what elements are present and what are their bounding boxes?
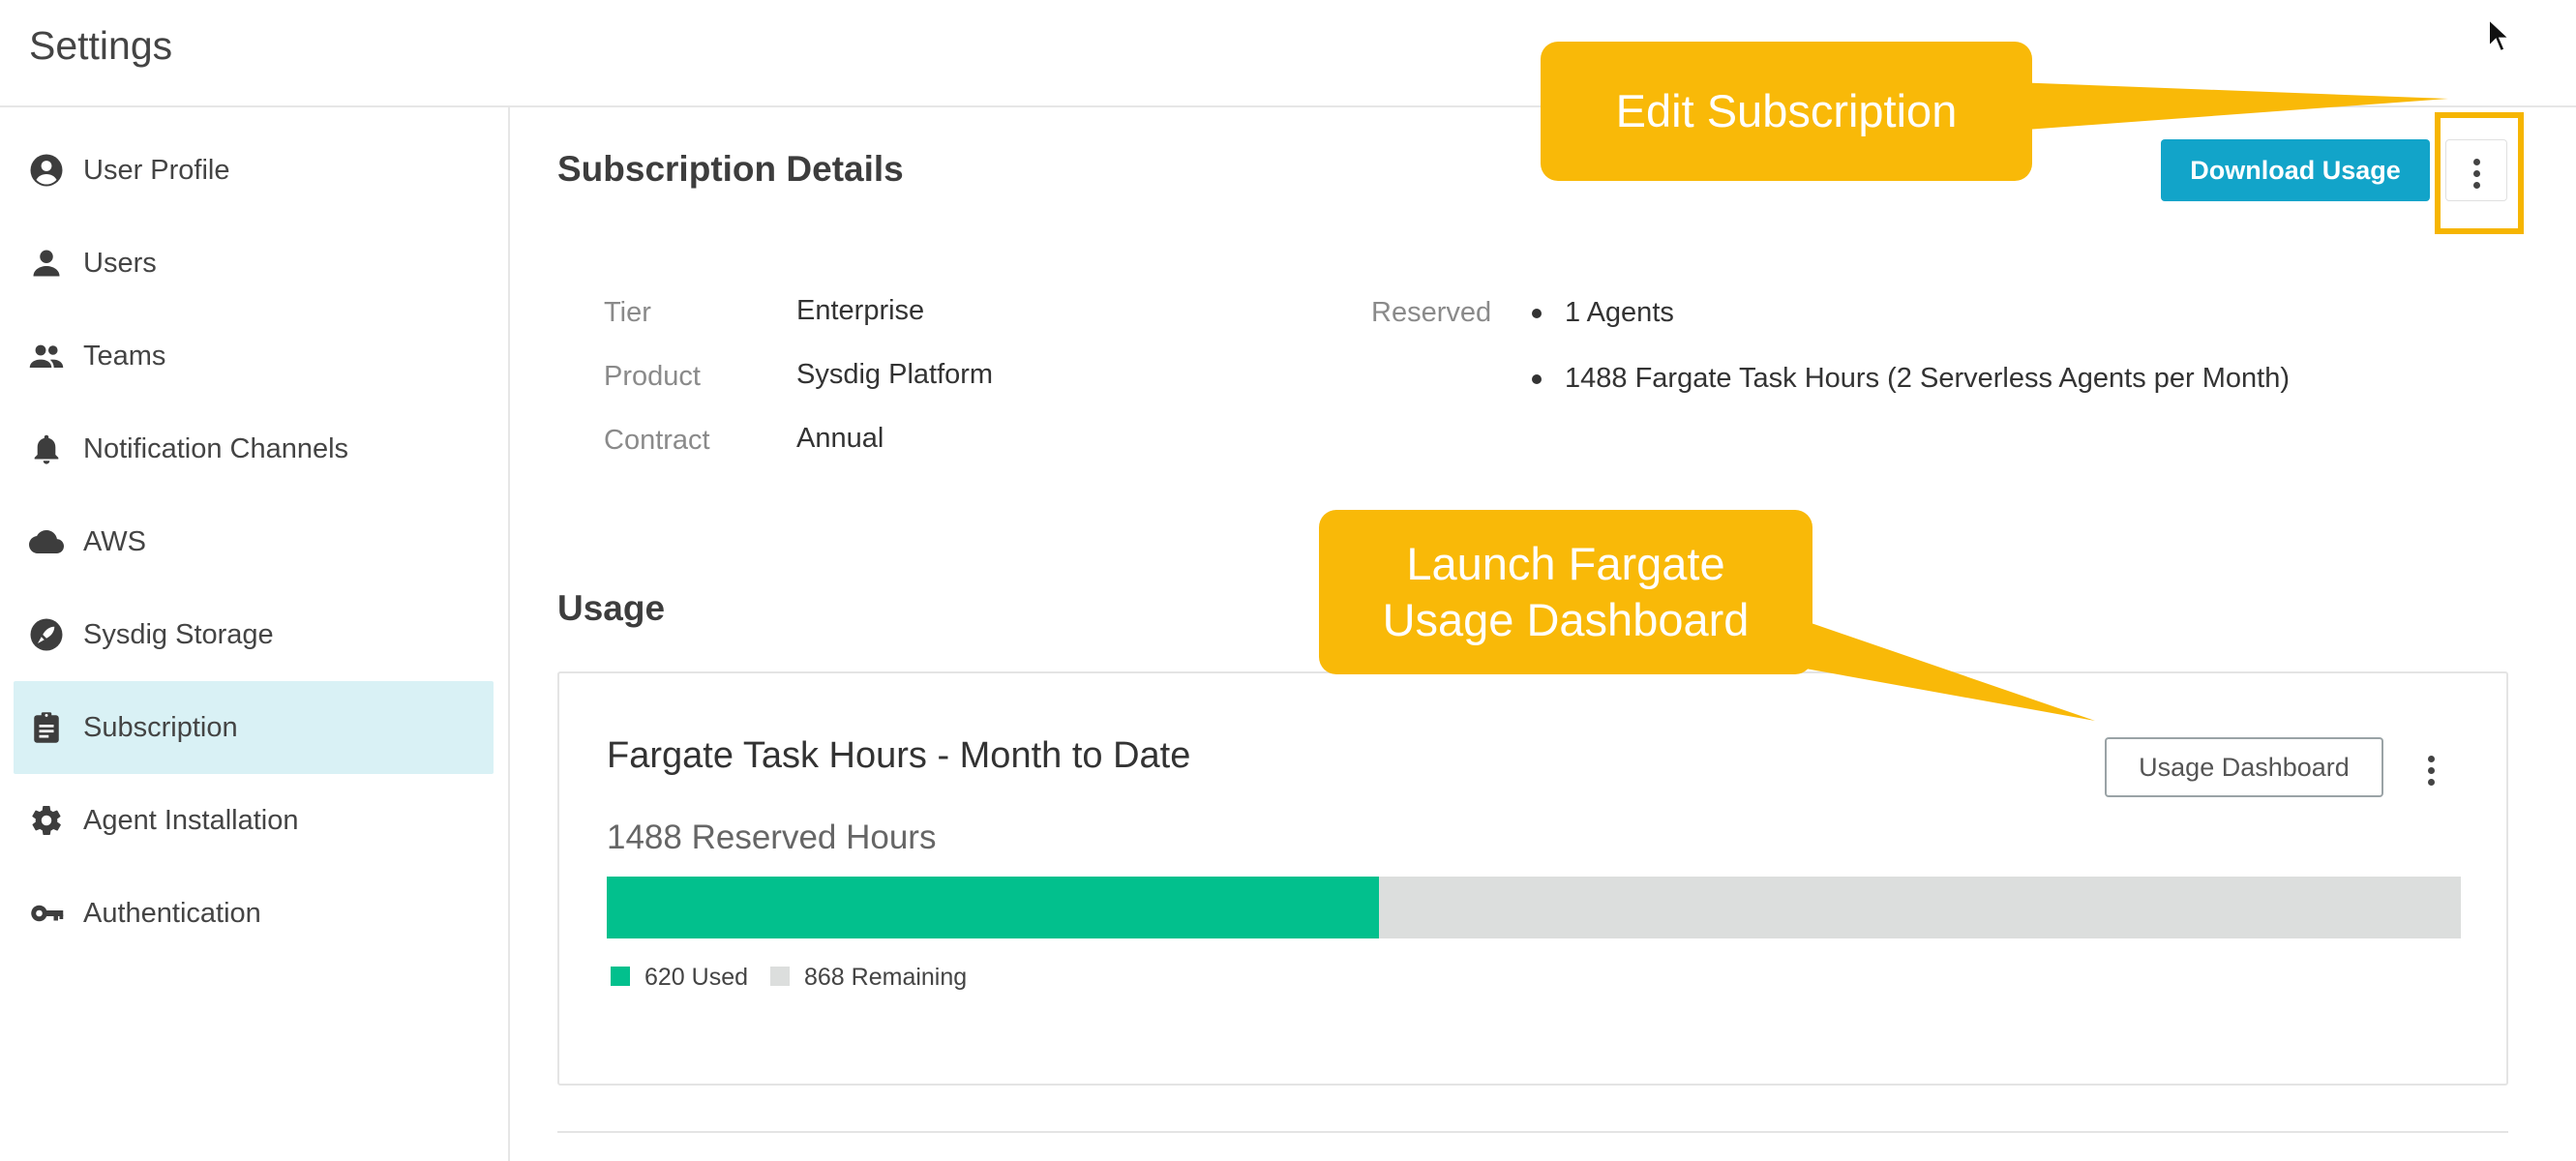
callout-text: Edit Subscription [1615,85,1958,136]
launch-dashboard-callout: Launch Fargate Usage Dashboard [1319,510,1812,674]
callout-text: Launch Fargate [1406,538,1725,589]
edit-callout-pointer [2013,82,2448,131]
edit-subscription-callout: Edit Subscription [1541,42,2032,181]
launch-callout-pointer [1800,619,2095,721]
mouse-cursor-icon [2488,17,2512,53]
callout-pointers [1800,82,2448,721]
callout-text: Usage Dashboard [1382,594,1750,645]
